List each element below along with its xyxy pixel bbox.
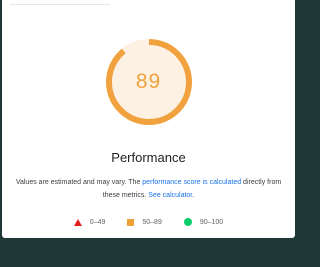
description-text-1: Values are estimated and may vary. The — [15, 179, 143, 186]
description-text-3: . — [192, 192, 195, 199]
legend-item-pass: 90–100 — [183, 218, 224, 226]
metrics-description: Values are estimated and may vary. The p… — [8, 176, 289, 202]
score-gauge-wrapper: 89 — [2, 36, 295, 128]
performance-card: 89 Performance Values are estimated and … — [2, 0, 295, 238]
legend-label-average: 50–89 — [142, 218, 162, 226]
page: 89 Performance Values are estimated and … — [0, 0, 297, 267]
green-circle-icon — [183, 218, 192, 226]
divider — [10, 0, 110, 5]
legend-label-pass: 90–100 — [199, 218, 224, 226]
legend-item-fail: 0–49 — [73, 218, 106, 226]
category-title: Performance — [111, 150, 186, 165]
score-value: 89 — [135, 70, 162, 93]
legend-label-fail: 0–49 — [89, 218, 106, 226]
orange-square-icon — [127, 218, 135, 226]
performance-score-link[interactable]: performance score is calculated — [142, 179, 241, 186]
score-legend: 0–49 50–89 90–100 — [2, 215, 295, 229]
see-calculator-link[interactable]: See calculator — [148, 192, 192, 199]
legend-item-average: 50–89 — [127, 218, 162, 226]
red-triangle-icon — [73, 218, 82, 226]
score-gauge: 89 — [105, 38, 193, 126]
